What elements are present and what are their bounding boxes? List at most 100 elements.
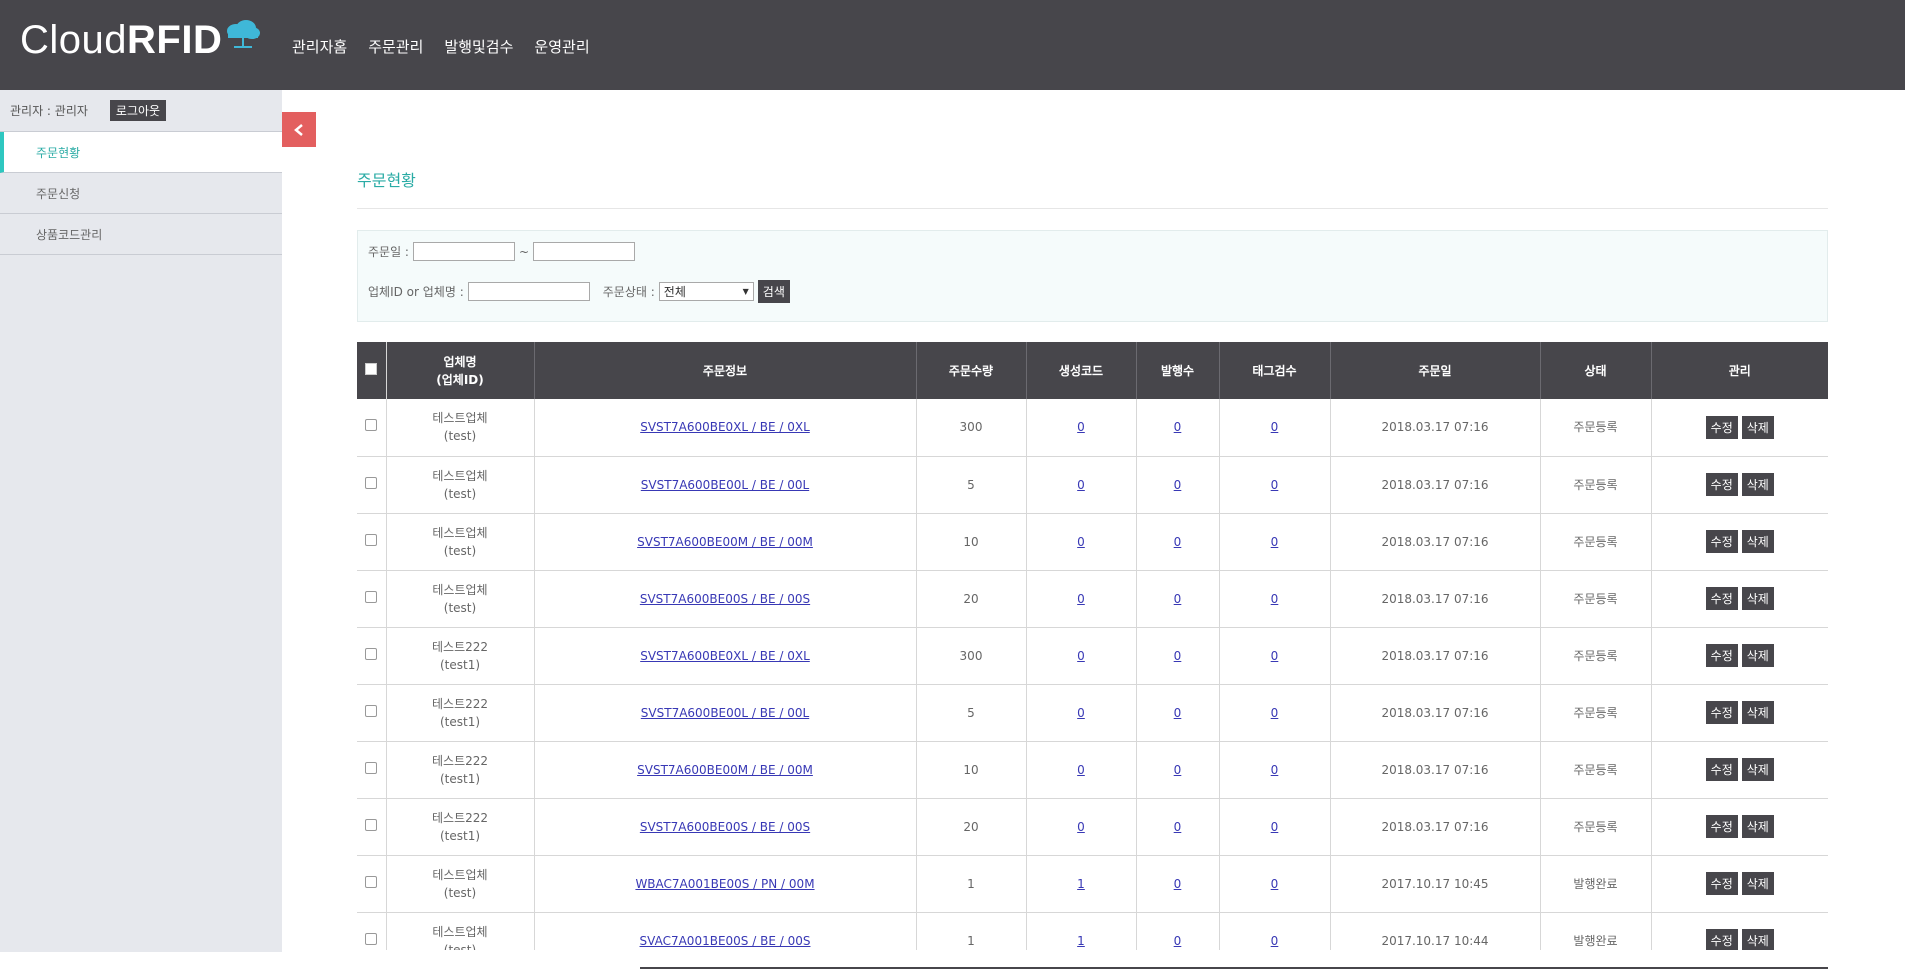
row-checkbox[interactable] — [365, 704, 378, 717]
gen-code-link[interactable]: 0 — [1077, 535, 1085, 549]
edit-button[interactable]: 수정 — [1705, 758, 1738, 781]
order-info-link[interactable]: WBAC7A001BE00S / PN / 00M — [635, 877, 814, 891]
tag-check-link[interactable]: 0 — [1271, 592, 1279, 606]
row-checkbox[interactable] — [365, 875, 378, 888]
table-row: 테스트업체 (test) WBAC7A001BE00S / PN / 00M 1 1 0 0… — [357, 855, 1828, 913]
edit-button[interactable]: 수정 — [1705, 929, 1738, 950]
gen-code-link[interactable]: 0 — [1077, 592, 1085, 606]
company-cell: 테스트업체 (test) — [386, 513, 535, 571]
delete-button[interactable]: 삭제 — [1741, 701, 1774, 724]
edit-button[interactable]: 수정 — [1705, 415, 1738, 439]
row-select-cell[interactable] — [357, 684, 387, 742]
company-cell: 테스트업체 (test) — [386, 855, 535, 913]
table-row: 테스트업체 (test) SVST7A600BE00L / BE / 00L 5 0 0 0… — [357, 456, 1828, 514]
delete-button[interactable]: 삭제 — [1741, 587, 1774, 610]
order-info-link[interactable]: SVST7A600BE00L / BE / 00L — [641, 706, 809, 720]
delete-button[interactable]: 삭제 — [1741, 530, 1774, 553]
order-info-cell: SVST7A600BE0XL / BE / 0XL — [534, 399, 917, 457]
row-select-cell[interactable] — [357, 798, 387, 856]
gen-code-link[interactable]: 0 — [1077, 706, 1085, 720]
edit-button[interactable]: 수정 — [1705, 815, 1738, 838]
select-all-checkbox[interactable] — [365, 362, 378, 375]
gen-code-link[interactable]: 0 — [1077, 478, 1085, 492]
order-info-link[interactable]: SVAC7A001BE00S / BE / 00S — [640, 934, 811, 948]
tag-check-link[interactable]: 0 — [1271, 478, 1279, 492]
delete-button[interactable]: 삭제 — [1741, 473, 1774, 496]
order-info-link[interactable]: SVST7A600BE00L / BE / 00L — [641, 478, 809, 492]
edit-button[interactable]: 수정 — [1705, 872, 1738, 895]
issued-link[interactable]: 0 — [1174, 478, 1182, 492]
order-info-cell: SVST7A600BE0XL / BE / 0XL — [534, 627, 917, 685]
row-select-cell[interactable] — [357, 456, 387, 514]
row-select-cell[interactable] — [357, 741, 387, 799]
row-checkbox[interactable] — [365, 476, 378, 489]
row-checkbox[interactable] — [365, 419, 378, 432]
tag-check-link[interactable]: 0 — [1271, 820, 1279, 834]
row-checkbox[interactable] — [365, 932, 378, 945]
header-gen-code: 생성코드 — [1026, 342, 1137, 399]
quantity-cell: 20 — [916, 798, 1027, 856]
gen-code-link[interactable]: 1 — [1077, 877, 1085, 891]
table-row: 테스트업체 (test) SVST7A600BE00M / BE / 00M 10 0 0… — [357, 513, 1828, 571]
tag-check-cell: 0 — [1219, 513, 1331, 571]
issued-link[interactable]: 0 — [1174, 877, 1182, 891]
order-info-link[interactable]: SVST7A600BE00M / BE / 00M — [637, 535, 813, 549]
delete-button[interactable]: 삭제 — [1741, 872, 1774, 895]
issued-link[interactable]: 0 — [1174, 592, 1182, 606]
issued-link[interactable]: 0 — [1174, 763, 1182, 777]
issued-cell: 0 — [1136, 684, 1220, 742]
row-select-cell[interactable] — [357, 399, 387, 457]
issued-link[interactable]: 0 — [1174, 934, 1182, 948]
gen-code-link[interactable]: 1 — [1077, 934, 1085, 948]
gen-code-link[interactable]: 0 — [1077, 820, 1085, 834]
tag-check-link[interactable]: 0 — [1271, 877, 1279, 891]
order-info-link[interactable]: SVST7A600BE00M / BE / 00M — [637, 763, 813, 777]
row-select-cell[interactable] — [357, 570, 387, 628]
quantity-cell: 10 — [916, 513, 1027, 571]
row-checkbox[interactable] — [365, 647, 378, 660]
order-info-link[interactable]: SVST7A600BE00S / BE / 00S — [640, 820, 810, 834]
delete-button[interactable]: 삭제 — [1741, 815, 1774, 838]
issued-link[interactable]: 0 — [1174, 649, 1182, 663]
row-select-cell[interactable] — [357, 513, 387, 571]
issued-link[interactable]: 0 — [1174, 420, 1182, 434]
gen-code-link[interactable]: 0 — [1077, 763, 1085, 777]
gen-code-cell: 1 — [1026, 912, 1137, 950]
delete-button[interactable]: 삭제 — [1741, 758, 1774, 781]
edit-button[interactable]: 수정 — [1705, 587, 1738, 610]
row-checkbox[interactable] — [365, 533, 378, 546]
row-select-cell[interactable] — [357, 855, 387, 913]
gen-code-link[interactable]: 0 — [1077, 649, 1085, 663]
delete-button[interactable]: 삭제 — [1741, 415, 1774, 439]
tag-check-link[interactable]: 0 — [1271, 706, 1279, 720]
table-row: 테스트업체 (test) SVAC7A001BE00S / BE / 00S 1 1 0 0… — [357, 912, 1828, 950]
tag-check-link[interactable]: 0 — [1271, 763, 1279, 777]
order-date-cell: 2018.03.17 07:16 — [1330, 684, 1541, 742]
row-checkbox[interactable] — [365, 818, 378, 831]
table-header-row: 업체명 (업체ID) 주문정보 주문수량 생성코드 발행수 태그검수 주문일 상태… — [357, 342, 1828, 399]
header-select-all[interactable] — [357, 342, 387, 399]
row-select-cell[interactable] — [357, 912, 387, 950]
order-info-link[interactable]: SVST7A600BE0XL / BE / 0XL — [640, 420, 810, 434]
issued-link[interactable]: 0 — [1174, 535, 1182, 549]
order-info-link[interactable]: SVST7A600BE00S / BE / 00S — [640, 592, 810, 606]
delete-button[interactable]: 삭제 — [1741, 644, 1774, 667]
edit-button[interactable]: 수정 — [1705, 473, 1738, 496]
delete-button[interactable]: 삭제 — [1741, 929, 1774, 950]
gen-code-link[interactable]: 0 — [1077, 420, 1085, 434]
tag-check-link[interactable]: 0 — [1271, 649, 1279, 663]
tag-check-link[interactable]: 0 — [1271, 535, 1279, 549]
edit-button[interactable]: 수정 — [1705, 530, 1738, 553]
row-select-cell[interactable] — [357, 627, 387, 685]
row-checkbox[interactable] — [365, 590, 378, 603]
tag-check-link[interactable]: 0 — [1271, 934, 1279, 948]
tag-check-link[interactable]: 0 — [1271, 420, 1279, 434]
edit-button[interactable]: 수정 — [1705, 701, 1738, 724]
order-info-link[interactable]: SVST7A600BE0XL / BE / 0XL — [640, 649, 810, 663]
header-quantity: 주문수량 — [916, 342, 1027, 399]
edit-button[interactable]: 수정 — [1705, 644, 1738, 667]
gen-code-cell: 1 — [1026, 855, 1137, 913]
issued-link[interactable]: 0 — [1174, 820, 1182, 834]
row-checkbox[interactable] — [365, 761, 378, 774]
issued-link[interactable]: 0 — [1174, 706, 1182, 720]
